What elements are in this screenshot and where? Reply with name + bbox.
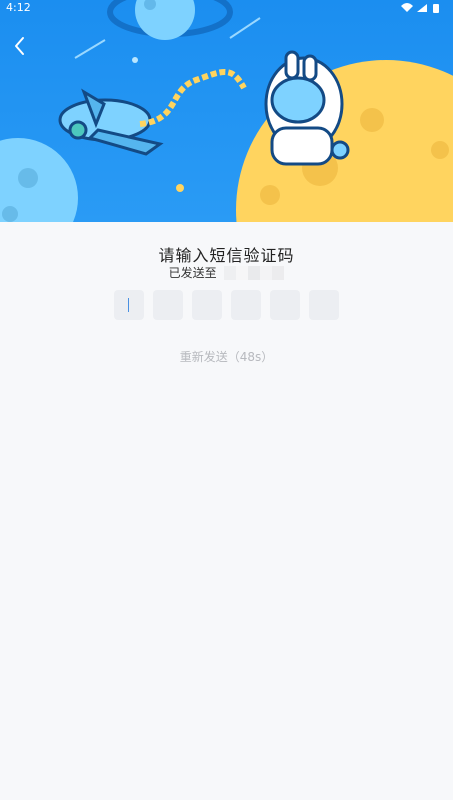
sms-code-input[interactable] — [114, 290, 344, 320]
code-box-5[interactable] — [270, 290, 300, 320]
signal-icon — [417, 4, 427, 12]
code-box-6[interactable] — [309, 290, 339, 320]
battery-icon — [433, 4, 439, 13]
code-box-3[interactable] — [192, 290, 222, 320]
sent-to-row: 已发送至 — [0, 264, 453, 281]
resend-countdown-button[interactable]: 重新发送（48s） — [0, 348, 453, 365]
code-box-1[interactable] — [114, 290, 144, 320]
back-button[interactable] — [8, 34, 32, 58]
wifi-icon — [401, 3, 413, 12]
text-cursor — [128, 298, 129, 312]
status-bar: 4:12 — [0, 0, 453, 16]
page-title: 请输入短信验证码 — [158, 246, 295, 265]
status-time: 4:12 — [6, 1, 31, 14]
sent-to-label: 已发送至 — [168, 266, 217, 280]
code-box-2[interactable] — [153, 290, 183, 320]
verify-content: 请输入短信验证码 已发送至 重新发送（48s） — [0, 222, 453, 800]
header-illustration — [0, 0, 453, 222]
chevron-left-icon — [15, 37, 24, 55]
masked-phone-number — [224, 265, 285, 280]
status-icons — [401, 3, 439, 13]
code-box-4[interactable] — [231, 290, 261, 320]
